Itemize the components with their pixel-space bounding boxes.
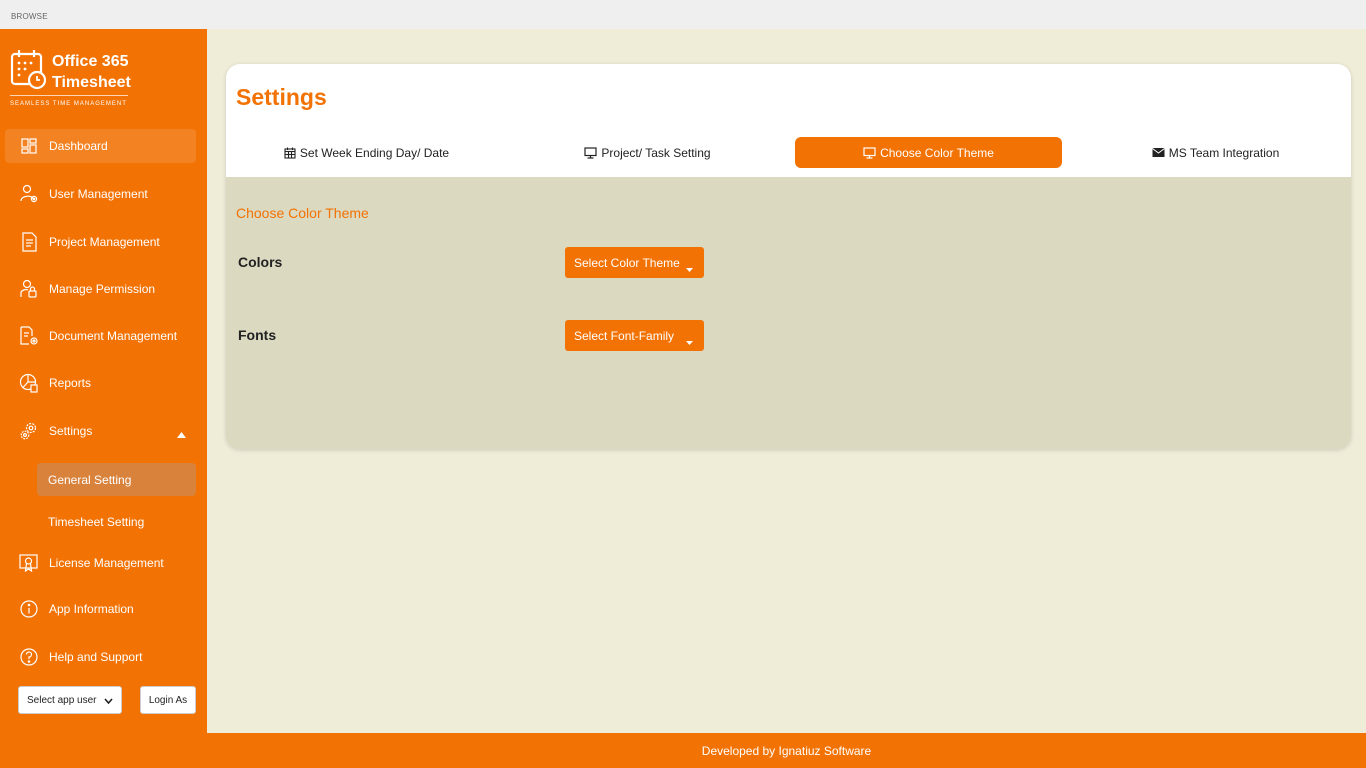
sidebar-item-project-management[interactable]: Project Management (5, 225, 196, 259)
caret-up-icon (177, 427, 186, 441)
reports-icon (19, 373, 39, 393)
sidebar: Office 365 Timesheet SEAMLESS TIME MANAG… (0, 29, 207, 768)
sidebar-subitem-general-setting[interactable]: General Setting (37, 463, 196, 496)
chevron-down-icon (104, 696, 113, 707)
sidebar-item-label: User Management (49, 187, 148, 201)
browse-label: BROWSE (11, 12, 48, 21)
sidebar-item-label: Reports (49, 376, 92, 390)
calendar-icon (284, 147, 296, 159)
settings-card: Settings Set Week Ending Day/ Date Proje… (226, 64, 1351, 449)
monitor-icon (863, 146, 876, 159)
user-gear-icon (19, 184, 39, 204)
browser-topbar: BROWSE (0, 0, 1366, 29)
tab-set-week-ending[interactable]: Set Week Ending Day/ Date (233, 137, 500, 168)
calendar-clock-icon (10, 49, 47, 96)
gear-icon (19, 421, 39, 441)
document-icon (19, 232, 39, 252)
sidebar-item-label: Dashboard (49, 139, 108, 153)
monitor-icon (584, 146, 598, 159)
login-as-button[interactable]: Login As (140, 686, 196, 714)
sidebar-item-label: Document Management (49, 329, 178, 343)
footer-text: Developed by Ignatiuz Software (701, 743, 872, 758)
app-user-select[interactable]: Select app user (18, 686, 122, 714)
sidebar-item-label: License Management (49, 556, 164, 570)
settings-card-body: Choose Color Theme Colors Select Color T… (226, 177, 1351, 449)
document-gear-icon (19, 326, 39, 346)
page-title: Settings (236, 84, 327, 110)
sidebar-item-label: App Information (49, 602, 134, 616)
settings-card-header: Settings Set Week Ending Day/ Date Proje… (226, 64, 1351, 177)
sidebar-item-app-information[interactable]: App Information (5, 592, 196, 626)
colors-label: Colors (238, 254, 283, 270)
sidebar-item-dashboard[interactable]: Dashboard (5, 129, 196, 163)
dashboard-icon (19, 136, 39, 156)
sidebar-item-label: Project Management (49, 235, 160, 249)
caret-down-icon (686, 261, 693, 275)
sidebar-item-reports[interactable]: Reports (5, 366, 196, 400)
help-icon (19, 647, 39, 667)
sidebar-subitem-timesheet-setting[interactable]: Timesheet Setting (37, 505, 196, 538)
tab-ms-team-integration[interactable]: MS Team Integration (1082, 137, 1349, 168)
brand-divider (10, 95, 128, 96)
tab-project-task-setting[interactable]: Project/ Task Setting (514, 137, 781, 168)
tab-choose-color-theme[interactable]: Choose Color Theme (795, 137, 1062, 168)
sidebar-item-help-and-support[interactable]: Help and Support (5, 640, 196, 674)
fonts-label: Fonts (238, 327, 277, 343)
brand-title: Office 365 Timesheet (52, 53, 131, 91)
envelope-icon (1151, 147, 1165, 158)
sidebar-item-manage-permission[interactable]: Manage Permission (5, 272, 196, 306)
caret-down-icon (686, 334, 693, 348)
select-color-theme-dropdown[interactable]: Select Color Theme (565, 247, 704, 278)
sidebar-item-user-management[interactable]: User Management (5, 177, 196, 211)
license-icon (19, 553, 39, 573)
sidebar-item-document-management[interactable]: Document Management (5, 319, 196, 353)
brand-logo[interactable]: Office 365 Timesheet SEAMLESS TIME MANAG… (10, 49, 200, 113)
sidebar-item-settings[interactable]: Settings (5, 414, 196, 448)
sidebar-item-label: Settings (49, 424, 93, 438)
sidebar-item-license-management[interactable]: License Management (5, 546, 196, 580)
select-font-family-dropdown[interactable]: Select Font-Family (565, 320, 704, 351)
sidebar-item-label: Help and Support (49, 650, 143, 664)
footer: Developed by Ignatiuz Software (207, 733, 1366, 768)
permission-icon (19, 279, 39, 299)
info-icon (19, 599, 39, 619)
brand-tagline: SEAMLESS TIME MANAGEMENT (10, 101, 127, 107)
sidebar-item-label: Manage Permission (49, 282, 156, 296)
section-title: Choose Color Theme (236, 205, 369, 221)
